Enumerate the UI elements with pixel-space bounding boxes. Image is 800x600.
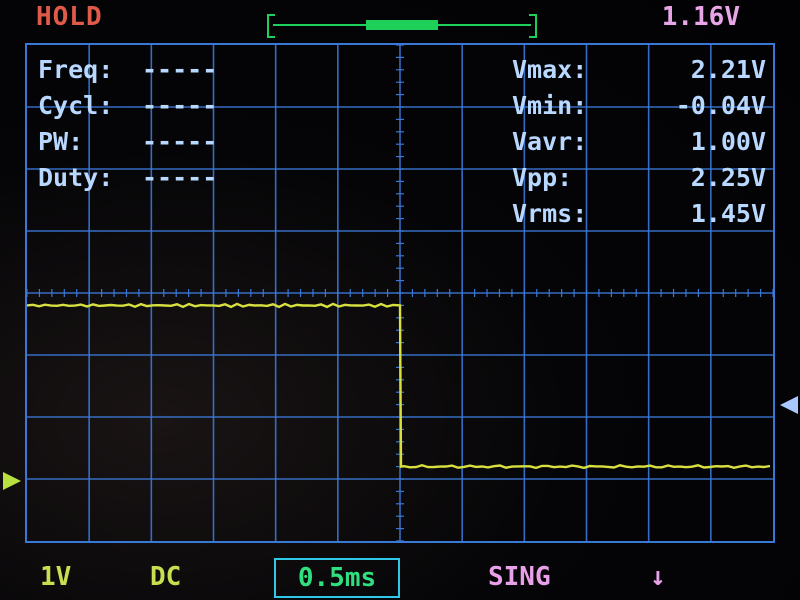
trigger-level-readout[interactable]: 1.16V (662, 2, 740, 32)
hold-status[interactable]: HOLD (36, 2, 103, 32)
voltage-measurement-label: Vrms: (512, 199, 588, 228)
voltage-measurements: Vmax: 2.21V Vmin: -0.04V Vavr: 1.00V Vpp: 2.25V… (512, 52, 766, 232)
timing-measurement-row: Cycl: ----- (38, 88, 232, 124)
voltage-measurement-label: Vmax: (512, 55, 588, 84)
trigger-edge-icon[interactable]: ↓ (650, 562, 666, 592)
timing-measurement-value: ----- (142, 127, 218, 156)
voltage-measurement-value: 2.21V (690, 55, 766, 84)
buffer-bracket-right (529, 14, 537, 38)
waveform-trace (27, 302, 771, 470)
voltage-measurement-label: Vpp: (512, 163, 573, 192)
timing-measurement-row: Freq: ----- (38, 52, 232, 88)
timing-measurement-label: Cycl: (38, 91, 114, 120)
timing-measurement-label: PW: (38, 127, 84, 156)
voltage-measurement-row: Vmin: -0.04V (512, 88, 766, 124)
volts-per-div[interactable]: 1V (40, 562, 71, 592)
timing-measurement-row: PW: ----- (38, 124, 232, 160)
timing-measurement-value: ----- (142, 55, 218, 84)
voltage-measurement-value: -0.04V (675, 91, 766, 120)
timebase-selector[interactable]: 0.5ms (274, 558, 400, 598)
voltage-measurement-row: Vrms: 1.45V (512, 196, 766, 232)
settings-bar: 1V DC 0.5ms SING ↓ (0, 556, 800, 600)
voltage-measurement-value: 2.25V (690, 163, 766, 192)
buffer-position-indicator[interactable] (267, 14, 537, 38)
voltage-measurement-label: Vmin: (512, 91, 588, 120)
timing-measurement-value: ----- (142, 163, 218, 192)
voltage-measurement-label: Vavr: (512, 127, 588, 156)
trigger-level-marker-icon[interactable] (780, 396, 798, 414)
status-bar: HOLD 1.16V (0, 0, 800, 40)
buffer-view-window[interactable] (365, 20, 439, 30)
voltage-measurement-value: 1.45V (690, 199, 766, 228)
buffer-bracket-left (267, 14, 275, 38)
voltage-measurement-value: 1.00V (690, 127, 766, 156)
voltage-measurement-row: Vmax: 2.21V (512, 52, 766, 88)
voltage-measurement-row: Vpp: 2.25V (512, 160, 766, 196)
timing-measurement-label: Freq: (38, 55, 114, 84)
timing-measurements: Freq: ----- Cycl: ----- PW: ----- Duty: ----- (38, 52, 232, 196)
voltage-measurement-row: Vavr: 1.00V (512, 124, 766, 160)
trigger-mode[interactable]: SING (488, 562, 551, 592)
timing-measurement-value: ----- (142, 91, 218, 120)
oscilloscope-screen: HOLD 1.16V Freq: ----- Cycl: ----- PW: ----- D… (0, 0, 800, 600)
channel-ground-marker-icon[interactable] (3, 472, 21, 490)
coupling-mode[interactable]: DC (150, 562, 181, 592)
timing-measurement-row: Duty: ----- (38, 160, 232, 196)
timing-measurement-label: Duty: (38, 163, 114, 192)
